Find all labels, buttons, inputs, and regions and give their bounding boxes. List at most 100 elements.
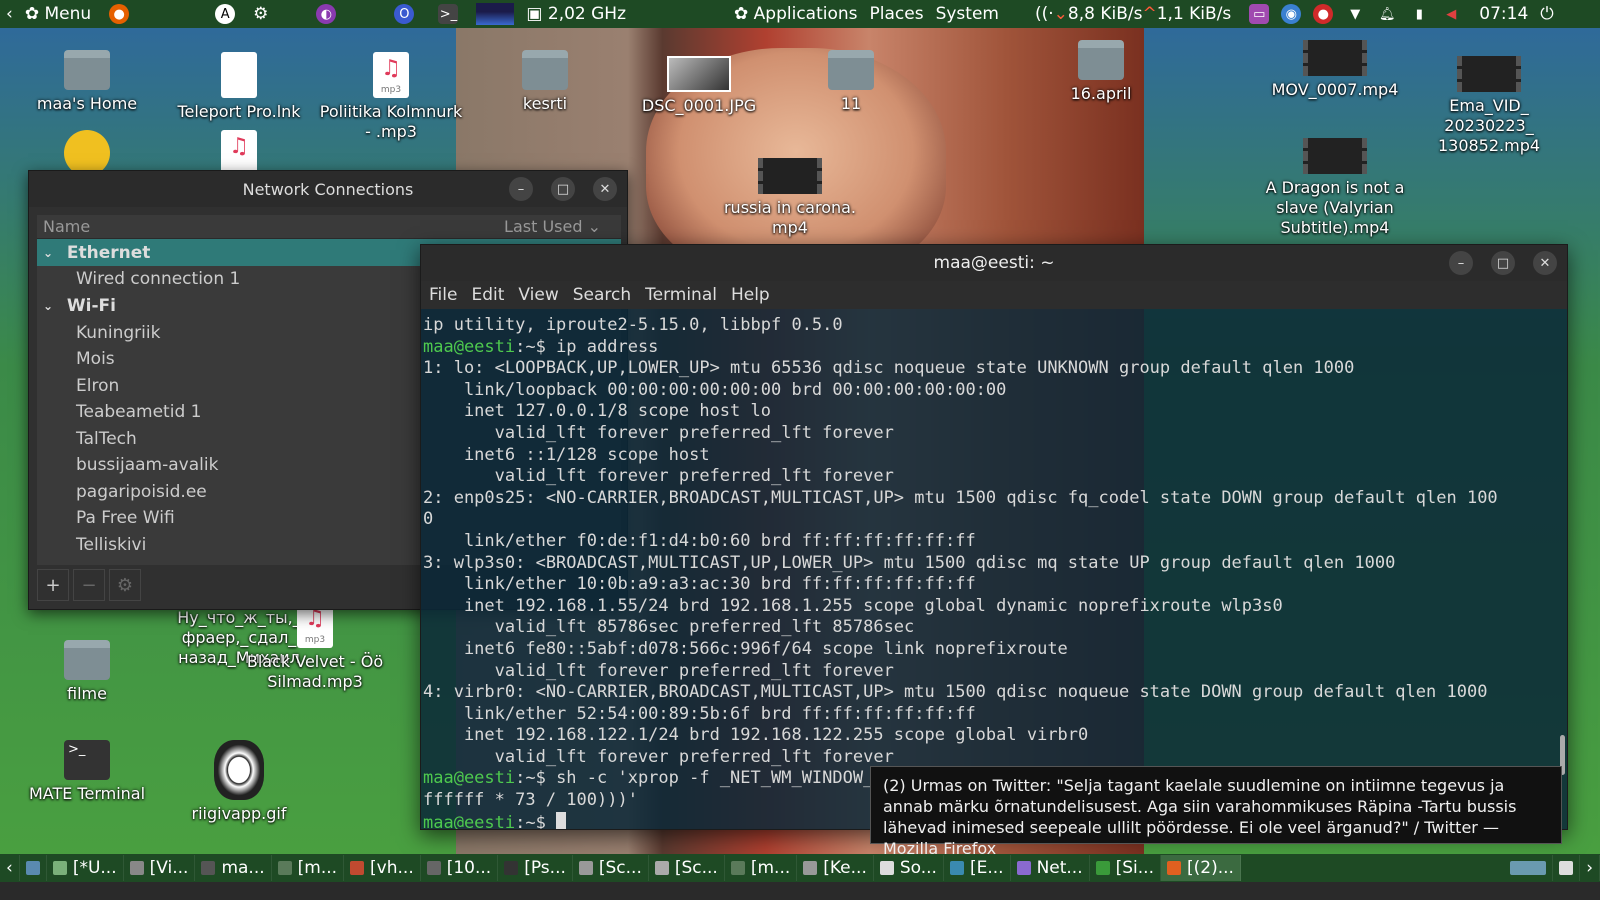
tray-app-icon[interactable]: ▭: [1249, 4, 1270, 24]
menu-view[interactable]: View: [518, 285, 558, 305]
system-menu[interactable]: System: [930, 0, 1005, 28]
taskbar-task[interactable]: [vh...: [344, 855, 421, 881]
taskbar-right-arrow[interactable]: ›: [1580, 855, 1600, 881]
tray-chrome-icon[interactable]: ◉: [1281, 4, 1302, 24]
terminal-line-text: link/ether 52:54:00:89:5b:6f brd ff:ff:f…: [423, 703, 976, 724]
netspeed-applet[interactable]: ((· ⌄ 8,8 KiB/s ^ 1,1 KiB/s: [1029, 0, 1237, 28]
gears-icon: ⚙: [253, 4, 269, 24]
taskbar-task[interactable]: [m...: [272, 855, 345, 881]
tray-wifi-icon[interactable]: ▼: [1345, 4, 1365, 24]
menu-edit[interactable]: Edit: [471, 285, 504, 305]
taskbar-task[interactable]: [Ps...: [498, 855, 573, 881]
taskbar-task[interactable]: [Ke...: [797, 855, 874, 881]
desktop-icon-home[interactable]: maa's Home: [12, 50, 162, 114]
desktop-icon-label: kesrti: [522, 94, 568, 113]
taskbar-task[interactable]: So...: [874, 855, 944, 881]
task-label: [Vi...: [149, 858, 189, 878]
show-desktop-icon: [25, 861, 40, 875]
desktop-icon-ema[interactable]: Ema_VID_ 20230223_ 130852.mp4: [1414, 56, 1564, 156]
maximize-button[interactable]: □: [1491, 251, 1515, 275]
col-last-used-header[interactable]: Last Used ⌄: [504, 217, 601, 236]
menu-terminal[interactable]: Terminal: [645, 285, 717, 305]
settings-launcher[interactable]: ⚙: [247, 0, 274, 28]
wifi-icon: ((·: [1034, 4, 1054, 24]
show-desktop-button[interactable]: [20, 855, 47, 881]
minimize-button[interactable]: –: [509, 177, 533, 201]
tray-volume-icon[interactable]: ◀: [1441, 4, 1461, 24]
taskbar-task[interactable]: [*U...: [47, 855, 124, 881]
mp3-file-icon: ♫: [221, 130, 257, 170]
taskbar-left-arrow[interactable]: ‹: [0, 855, 20, 881]
clock-value: 07:14: [1479, 4, 1529, 24]
terminal-line-text: :~$ ip address: [515, 336, 659, 357]
tray-battery-icon[interactable]: ▮: [1409, 4, 1429, 24]
expander-icon: ⌄: [43, 245, 54, 260]
maximize-button[interactable]: □: [551, 177, 575, 201]
desktop-icon-poliitika[interactable]: ♫ mp3 Poliitika Kolmnurk - .mp3: [316, 52, 466, 142]
cpu-freq: ▣ 2,02 GHz: [520, 0, 632, 28]
terminal-line-text: valid_lft forever preferred_lft forever: [423, 746, 894, 767]
connection-label: pagaripoisid.ee: [76, 481, 207, 502]
desktop-icon-april[interactable]: 16.april: [1026, 40, 1176, 104]
accessibility-launcher[interactable]: A: [203, 0, 247, 28]
desktop-icon-teleport-app[interactable]: [12, 130, 162, 170]
connection-label: TalTech: [76, 428, 137, 449]
menu-search[interactable]: Search: [573, 285, 631, 305]
connection-label: Kuningriik: [76, 322, 161, 343]
taskbar-task[interactable]: ma...: [195, 855, 272, 881]
terminal-launcher[interactable]: >_: [426, 0, 470, 28]
menu-button[interactable]: ✿ Menu: [19, 0, 97, 28]
close-button[interactable]: ✕: [1533, 251, 1557, 275]
menu-file[interactable]: File: [429, 285, 457, 305]
remove-connection-button[interactable]: −: [73, 569, 105, 601]
tray-bell-icon[interactable]: 🔔︎: [1377, 4, 1397, 24]
taskbar-task[interactable]: [(2)...: [1160, 855, 1241, 881]
desktop-icon-mate-terminal[interactable]: >_ MATE Terminal: [12, 740, 162, 804]
firefox-launcher[interactable]: ●: [97, 0, 141, 28]
desktop-icon-filme[interactable]: filme: [12, 640, 162, 704]
folder-icon: [1078, 40, 1124, 80]
connection-settings-button[interactable]: ⚙: [109, 569, 141, 601]
net-down-value: 8,8 KiB/s: [1067, 4, 1143, 24]
desktop-icon-dragon[interactable]: A Dragon is not a slave (Valyrian Subtit…: [1260, 138, 1410, 238]
desktop-icon-black-velvet[interactable]: ♫ mp3 Black Velvet - Öö Silmad.mp3: [240, 602, 390, 692]
close-button[interactable]: ✕: [593, 177, 617, 201]
taskbar-task[interactable]: [Sc...: [649, 855, 725, 881]
add-connection-button[interactable]: +: [37, 569, 69, 601]
minimize-button[interactable]: –: [1449, 251, 1473, 275]
taskbar-task[interactable]: [10...: [421, 855, 499, 881]
applications-menu[interactable]: ✿ Applications: [728, 0, 864, 28]
desktop-icon-label: MOV_0007.mp4: [1271, 80, 1399, 99]
places-menu[interactable]: Places: [864, 0, 930, 28]
tray-record-icon[interactable]: ●: [1313, 4, 1334, 24]
clock[interactable]: 07:14: [1473, 0, 1534, 28]
desktop-icon-russia[interactable]: russia in carona. mp4: [715, 158, 865, 238]
col-name-header[interactable]: Name: [43, 217, 90, 236]
taskbar-task[interactable]: Net...: [1011, 855, 1090, 881]
trash-button[interactable]: [1553, 855, 1581, 881]
taskbar-task[interactable]: [Vi...: [124, 855, 196, 881]
taskbar-task[interactable]: [Si...: [1090, 855, 1161, 881]
taskbar-task[interactable]: [E...: [944, 855, 1011, 881]
panel-left-arrow[interactable]: ‹: [0, 0, 19, 28]
terminal-line-text: 0: [423, 509, 434, 530]
desktop-icon-kesrti[interactable]: kesrti: [470, 50, 620, 114]
desktop-icon-mp3-partial[interactable]: ♫: [164, 130, 314, 170]
podcast-launcher[interactable]: ◐: [304, 0, 348, 28]
desktop-icon-teleport[interactable]: Teleport Pro.lnk: [164, 52, 314, 122]
desktop-icon-mov[interactable]: MOV_0007.mp4: [1260, 40, 1410, 100]
cpu-graph-icon: [476, 3, 515, 25]
opera-launcher[interactable]: O: [382, 0, 426, 28]
terminal-titlebar[interactable]: maa@eesti: ~ – □ ✕: [421, 245, 1567, 281]
desktop-icon-riigivapp[interactable]: riigivapp.gif: [164, 740, 314, 824]
menu-help[interactable]: Help: [731, 285, 770, 305]
taskbar-task[interactable]: [Sc...: [573, 855, 649, 881]
netwin-titlebar[interactable]: Network Connections – □ ✕: [29, 171, 627, 207]
terminal-output[interactable]: ip utility, iproute2-5.15.0, libbpf 0.5.…: [423, 315, 1557, 829]
power-button[interactable]: ⏻: [1534, 0, 1559, 28]
desktop-icon-11[interactable]: 11: [776, 50, 926, 114]
desktop-icon-dsc[interactable]: DSC_0001.JPG: [624, 56, 774, 116]
teleport-app-icon: [64, 130, 110, 170]
workspace-switcher[interactable]: [1504, 855, 1554, 881]
taskbar-task[interactable]: [m...: [725, 855, 798, 881]
